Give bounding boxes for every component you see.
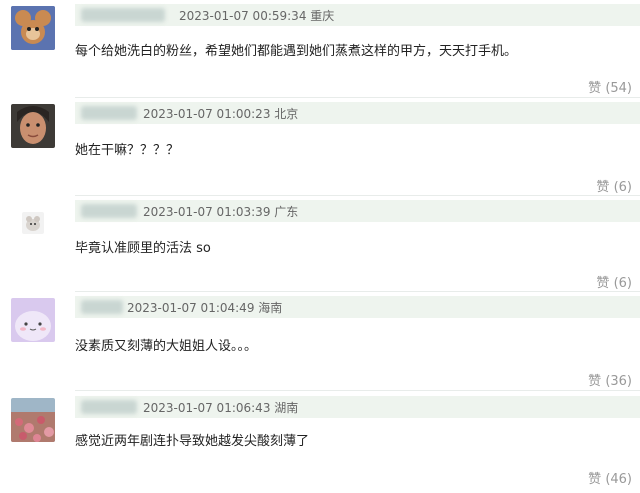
comment-meta-bar: 2023-01-07 01:00:23 北京 xyxy=(75,102,640,124)
divider xyxy=(75,390,640,391)
like-label: 赞 xyxy=(588,472,602,487)
user-avatar[interactable] xyxy=(11,104,55,148)
username-blurred[interactable] xyxy=(81,106,137,120)
comment-text: 她在干嘛？？？？ xyxy=(75,143,180,158)
small-pet-icon xyxy=(22,212,44,234)
username-blurred[interactable] xyxy=(81,300,123,314)
comment-item: 2023-01-07 01:00:23 北京 她在干嘛？？？？ 赞 (6) xyxy=(0,98,640,196)
comment-timestamp: 2023-01-07 01:06:43 湖南 xyxy=(143,401,299,415)
user-avatar[interactable] xyxy=(22,212,44,234)
like-button[interactable]: 赞 (6) xyxy=(596,176,632,195)
username-blurred[interactable] xyxy=(81,204,137,218)
comment-item: 2023-01-07 01:04:49 海南 没素质又刻薄的大姐姐人设。。。 赞… xyxy=(0,292,640,392)
like-count: (36) xyxy=(605,374,632,389)
like-label: 赞 xyxy=(588,374,602,389)
cartoon-mouse-icon xyxy=(11,6,55,50)
comment-item: 2023-01-07 01:03:39 广东 毕竟认准顾里的活法 so 赞 (6… xyxy=(0,196,640,292)
like-count: (6) xyxy=(613,276,632,291)
comment-location: 重庆 xyxy=(310,9,335,23)
purple-blob-icon xyxy=(11,298,55,342)
comment-text: 每个给她洗白的粉丝，希望她们都能遇到她们蒸煮这样的甲方，天天打手机。 xyxy=(75,44,518,59)
comment-text: 没素质又刻薄的大姐姐人设。。。 xyxy=(75,339,258,354)
comment-timestamp: 2023-01-07 01:03:39 广东 xyxy=(143,205,299,219)
comment-item: 2023-01-07 00:59:34 重庆 每个给她洗白的粉丝，希望她们都能遇… xyxy=(0,0,640,98)
comment-text: 感觉近两年剧连扑导致她越发尖酸刻薄了 xyxy=(75,434,310,449)
like-count: (54) xyxy=(605,81,632,96)
comment-text: 毕竟认准顾里的活法 so xyxy=(75,241,211,256)
comment-location: 北京 xyxy=(274,107,299,121)
like-button[interactable]: 赞 (6) xyxy=(596,272,632,291)
user-avatar[interactable] xyxy=(11,6,55,50)
like-label: 赞 xyxy=(588,81,602,96)
flowers-photo-icon xyxy=(11,398,55,442)
comment-meta-bar: 2023-01-07 01:04:49 海南 xyxy=(75,296,640,318)
comment-meta-bar: 2023-01-07 01:03:39 广东 xyxy=(75,200,640,222)
username-blurred[interactable] xyxy=(81,400,137,414)
user-avatar[interactable] xyxy=(11,298,55,342)
user-avatar[interactable] xyxy=(11,398,55,442)
comment-location: 海南 xyxy=(258,301,283,315)
username-blurred[interactable] xyxy=(81,8,165,22)
comment-location: 广东 xyxy=(274,205,299,219)
like-count: (6) xyxy=(613,180,632,195)
like-label: 赞 xyxy=(596,180,610,195)
comment-timestamp: 2023-01-07 01:00:23 北京 xyxy=(143,107,299,121)
comment-meta-bar: 2023-01-07 01:06:43 湖南 xyxy=(75,396,640,418)
like-button[interactable]: 赞 (54) xyxy=(588,77,632,96)
like-button[interactable]: 赞 (36) xyxy=(588,370,632,389)
like-button[interactable]: 赞 (46) xyxy=(588,468,632,487)
comment-meta-bar: 2023-01-07 00:59:34 重庆 xyxy=(75,4,640,26)
comment-timestamp: 2023-01-07 00:59:34 重庆 xyxy=(179,9,335,23)
comment-item: 2023-01-07 01:06:43 湖南 感觉近两年剧连扑导致她越发尖酸刻薄… xyxy=(0,392,640,493)
comment-location: 湖南 xyxy=(274,401,299,415)
like-count: (46) xyxy=(605,472,632,487)
woman-photo-icon xyxy=(11,104,55,148)
comment-timestamp: 2023-01-07 01:04:49 海南 xyxy=(127,301,283,315)
like-label: 赞 xyxy=(596,276,610,291)
